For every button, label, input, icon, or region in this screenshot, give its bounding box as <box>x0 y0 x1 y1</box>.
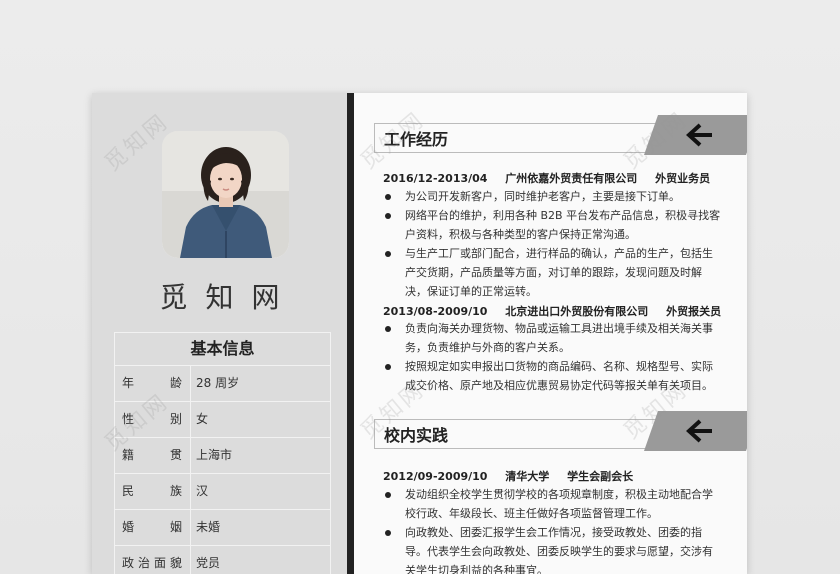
list-item: 与生产工厂或部门配合，进行样品的确认，产品的生产，包括生产交货期，产品质量等方面… <box>383 244 723 301</box>
section-tab <box>644 115 747 155</box>
info-key: 性别 <box>122 412 182 426</box>
info-colon: : <box>175 520 180 534</box>
work-entry-1-header: 2016/12-2013/04 广州依嘉外贸责任有限公司 外贸业务员 <box>383 170 724 186</box>
list-item: 发动组织全校学生贯彻学校的各项规章制度，积极主动地配合学校行政、年级段长、班主任… <box>383 485 723 523</box>
profile-photo <box>162 131 289 258</box>
info-value: 28 周岁 <box>196 376 240 390</box>
info-separator <box>190 474 191 509</box>
info-key: 籍贯 <box>122 448 182 462</box>
info-colon: : <box>175 556 180 570</box>
info-value: 上海市 <box>196 448 233 462</box>
info-row: 性别: 女 <box>115 402 330 438</box>
work-entry-2-header: 2013/08-2009/10 北京进出口外贸股份有限公司 外贸报关员 <box>383 303 735 319</box>
info-colon: : <box>175 376 180 390</box>
left-panel: 觅知网 基本信息 年龄: 28 周岁性别: 女籍贯: 上海市民族: 汉婚姻: 未婚政治面貌… <box>92 93 347 574</box>
section-title-school: 校内实践 <box>384 426 449 445</box>
info-separator <box>190 546 191 574</box>
info-row: 籍贯: 上海市 <box>115 438 330 474</box>
entry-org: 清华大学 <box>505 470 550 483</box>
info-colon: : <box>175 448 180 462</box>
section-title-work: 工作经历 <box>384 130 449 149</box>
work-entry-1-bullets: 为公司开发新客户，同时维护老客户，主要是接下订单。 网络平台的维护，利用各种 B… <box>383 187 723 301</box>
candidate-name: 觅知网 <box>159 281 298 314</box>
section-tab <box>644 411 747 451</box>
info-row: 民族: 汉 <box>115 474 330 510</box>
info-key: 民族 <box>122 484 182 498</box>
list-item: 负责向海关办理货物、物品或运输工具进出境手续及相关海关事务，负责维护与外商的客户… <box>383 319 723 357</box>
info-separator <box>190 438 191 473</box>
info-value: 未婚 <box>196 520 221 534</box>
entry-role: 外贸业务员 <box>655 172 711 185</box>
right-panel: 工作经历 2016/12-2013/04 广州依嘉外贸责任有限公司 外贸业务员 … <box>354 93 747 574</box>
entry-role: 学生会副会长 <box>567 470 634 483</box>
column-divider <box>347 93 354 574</box>
basic-info-table: 基本信息 年龄: 28 周岁性别: 女籍贯: 上海市民族: 汉婚姻: 未婚政治面貌: 党员 <box>114 332 331 574</box>
section-header-work: 工作经历 <box>374 115 747 155</box>
info-colon: : <box>175 484 180 498</box>
info-value: 党员 <box>196 556 221 570</box>
profile-photo-frame <box>162 131 289 258</box>
entry-org: 广州依嘉外贸责任有限公司 <box>505 172 638 185</box>
info-separator <box>190 402 191 437</box>
basic-info-title: 基本信息 <box>115 333 330 366</box>
basic-info-rows: 年龄: 28 周岁性别: 女籍贯: 上海市民族: 汉婚姻: 未婚政治面貌: 党员 <box>115 366 330 574</box>
info-row: 年龄: 28 周岁 <box>115 366 330 402</box>
list-item: 网络平台的维护，利用各种 B2B 平台发布产品信息，积极寻找客户资料，积极与各种… <box>383 206 723 244</box>
info-separator <box>190 510 191 545</box>
info-row: 政治面貌: 党员 <box>115 546 330 574</box>
school-entry-1-header: 2012/09-2009/10 清华大学 学生会副会长 <box>383 468 647 484</box>
entry-role: 外贸报关员 <box>666 305 722 318</box>
info-value: 汉 <box>196 484 209 498</box>
entry-date: 2016/12-2013/04 <box>383 172 488 185</box>
info-value: 女 <box>196 412 209 426</box>
resume-sheet: 觅知网 基本信息 年龄: 28 周岁性别: 女籍贯: 上海市民族: 汉婚姻: 未婚政治面貌… <box>92 93 747 574</box>
list-item: 按照规定如实申报出口货物的商品编码、名称、规格型号、实际成交价格、原产地及相应优… <box>383 357 723 395</box>
section-header-school: 校内实践 <box>374 411 747 451</box>
entry-date: 2013/08-2009/10 <box>383 305 488 318</box>
work-entry-2-bullets: 负责向海关办理货物、物品或运输工具进出境手续及相关海关事务，负责维护与外商的客户… <box>383 319 723 395</box>
info-separator <box>190 366 191 401</box>
school-entry-1-bullets: 发动组织全校学生贯彻学校的各项规章制度，积极主动地配合学校行政、年级段长、班主任… <box>383 485 723 574</box>
entry-org: 北京进出口外贸股份有限公司 <box>505 305 649 318</box>
entry-date: 2012/09-2009/10 <box>383 470 488 483</box>
info-key: 年龄 <box>122 376 182 390</box>
info-key: 婚姻 <box>122 520 182 534</box>
list-item: 向政教处、团委汇报学生会工作情况，接受政教处、团委的指导。代表学生会向政教处、团… <box>383 523 723 574</box>
list-item: 为公司开发新客户，同时维护老客户，主要是接下订单。 <box>383 187 723 206</box>
info-colon: : <box>175 412 180 426</box>
info-key: 政治面貌 <box>122 556 182 570</box>
info-row: 婚姻: 未婚 <box>115 510 330 546</box>
